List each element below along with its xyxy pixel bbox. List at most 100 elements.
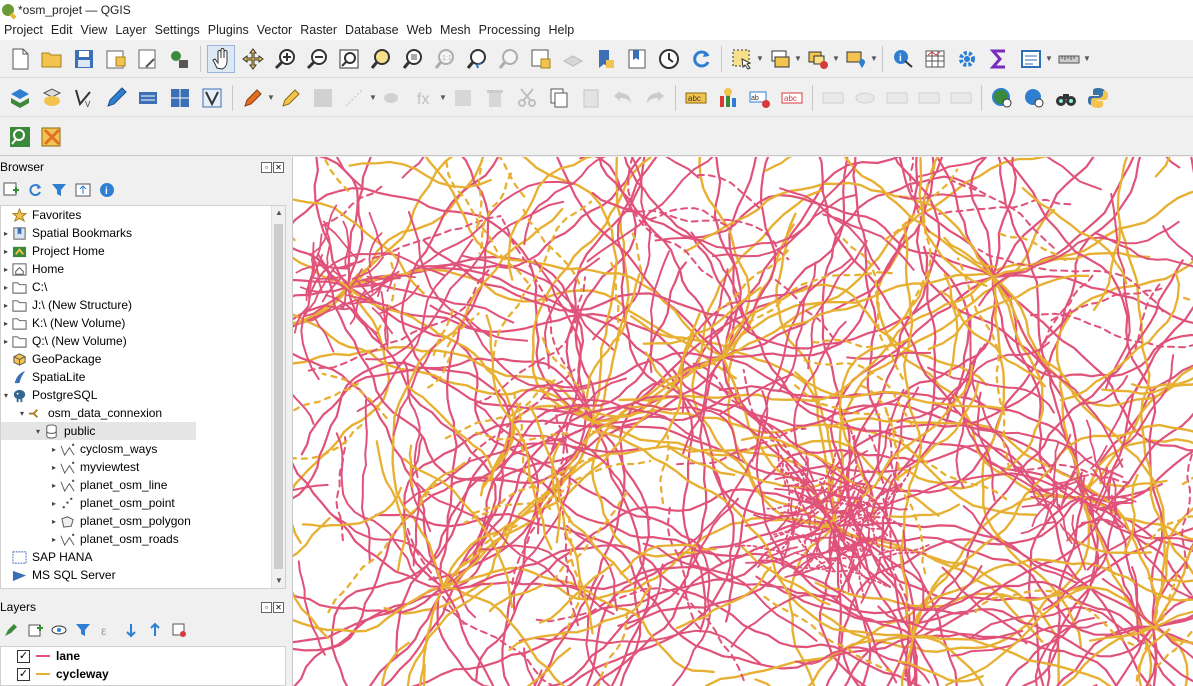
browser-scrollbar[interactable]: ▲ ▼ (271, 206, 285, 588)
browser-item[interactable]: ▸ planet_osm_line (1, 476, 285, 494)
layer-diagram-button[interactable] (714, 84, 742, 112)
current-edits-button[interactable] (239, 84, 267, 112)
vertex-tool-button[interactable] (379, 84, 407, 112)
show-bookmarks-button[interactable] (623, 45, 651, 73)
chevron-right-icon[interactable]: ▸ (1, 229, 11, 238)
chevron-right-icon[interactable]: ▸ (1, 301, 11, 310)
data-source-manager-button[interactable] (6, 84, 34, 112)
chevron-right-icon[interactable]: ▸ (49, 481, 59, 490)
menu-database[interactable]: Database (341, 20, 403, 40)
browser-item[interactable]: ▸ planet_osm_point (1, 494, 285, 512)
redo-button[interactable] (641, 84, 669, 112)
add-selected-layers-icon[interactable] (2, 181, 20, 199)
new-print-layout-button[interactable] (102, 45, 130, 73)
refresh-icon[interactable] (26, 181, 44, 199)
chevron-down-icon[interactable]: ▾ (17, 409, 27, 418)
browser-item[interactable]: SpatiaLite (1, 368, 285, 386)
digitize-button[interactable] (102, 84, 130, 112)
browser-item[interactable]: ▸ Q:\ (New Volume) (1, 332, 285, 350)
menu-processing[interactable]: Processing (475, 20, 545, 40)
add-wfs-layer-button[interactable] (198, 84, 226, 112)
browser-item[interactable]: Favorites (1, 206, 285, 224)
processing-toolbox-button[interactable] (953, 45, 981, 73)
add-wcs-layer-button[interactable] (166, 84, 194, 112)
pan-map-button[interactable] (207, 44, 235, 73)
chevron-down-icon[interactable]: ▼ (756, 54, 764, 63)
chevron-down-icon[interactable]: ▼ (832, 54, 840, 63)
chevron-right-icon[interactable]: ▸ (1, 265, 11, 274)
open-project-button[interactable] (38, 45, 66, 73)
measure-line-button[interactable] (1055, 45, 1083, 73)
scroll-down-icon[interactable]: ▼ (272, 574, 285, 588)
rotate-label-button[interactable] (883, 84, 911, 112)
deselect-features-button[interactable] (804, 45, 832, 73)
info-icon[interactable]: i (98, 181, 116, 199)
chevron-down-icon[interactable]: ▼ (1045, 54, 1053, 63)
browser-item[interactable]: SAP HANA (1, 548, 285, 566)
collapse-all-icon[interactable] (74, 181, 92, 199)
layer-visibility-checkbox[interactable]: ✓ (17, 649, 30, 663)
expand-all-icon[interactable] (122, 621, 140, 639)
chevron-right-icon[interactable]: ▸ (49, 535, 59, 544)
label-properties-button[interactable] (947, 84, 975, 112)
delete-button[interactable] (481, 84, 509, 112)
zoom-native-button[interactable]: 1:1 (431, 45, 459, 73)
cut-button[interactable] (513, 84, 541, 112)
browser-item[interactable]: ▾ public (1, 422, 196, 440)
new-project-button[interactable] (6, 45, 34, 73)
metasearch-button[interactable] (988, 84, 1016, 112)
browser-item[interactable]: ▸ J:\ (New Structure) (1, 296, 285, 314)
filter-icon[interactable] (50, 181, 68, 199)
menu-edit[interactable]: Edit (47, 20, 77, 40)
map-rendering[interactable] (293, 157, 1193, 686)
float-panel-icon[interactable]: ▫ (261, 601, 272, 613)
chevron-right-icon[interactable]: ▸ (1, 337, 11, 346)
close-icon[interactable]: ✕ (273, 161, 284, 173)
menu-layer[interactable]: Layer (111, 20, 150, 40)
show-map-tips-button[interactable] (1017, 45, 1045, 73)
chevron-down-icon[interactable]: ▼ (794, 54, 802, 63)
plugin-tool-button[interactable] (38, 123, 66, 151)
change-label-button[interactable] (915, 84, 943, 112)
move-label-button[interactable] (819, 84, 847, 112)
scrollbar-thumb[interactable] (274, 224, 283, 569)
chevron-right-icon[interactable]: ▸ (49, 499, 59, 508)
new-3d-view-button[interactable] (559, 45, 587, 73)
menu-project[interactable]: Project (0, 20, 47, 40)
filter-legend-icon[interactable] (74, 621, 92, 639)
paste-button[interactable] (577, 84, 605, 112)
geocoding-button[interactable] (1020, 84, 1048, 112)
new-bookmark-button[interactable] (591, 45, 619, 73)
layer-visibility-checkbox[interactable]: ✓ (17, 667, 30, 681)
menu-vector[interactable]: Vector (253, 20, 296, 40)
chevron-right-icon[interactable]: ▸ (49, 517, 59, 526)
menu-view[interactable]: View (76, 20, 111, 40)
scroll-up-icon[interactable]: ▲ (272, 206, 285, 220)
chevron-right-icon[interactable]: ▸ (49, 445, 59, 454)
add-group-icon[interactable] (26, 621, 44, 639)
browser-item[interactable]: ▸ planet_osm_polygon (1, 512, 285, 530)
style-panel-icon[interactable] (2, 621, 20, 639)
filter-expression-icon[interactable]: ε (98, 621, 116, 639)
browser-item[interactable]: ▸ myviewtest (1, 458, 285, 476)
chevron-down-icon[interactable]: ▼ (267, 93, 275, 102)
toggle-editing-button[interactable] (277, 84, 305, 112)
zoom-full-button[interactable] (335, 45, 363, 73)
chevron-right-icon[interactable]: ▸ (1, 247, 11, 256)
add-wms-layer-button[interactable] (134, 84, 162, 112)
undo-button[interactable] (609, 84, 637, 112)
browser-item[interactable]: ▸ Spatial Bookmarks (1, 224, 285, 242)
statistical-summary-button[interactable] (985, 45, 1013, 73)
collapse-all-icon[interactable] (146, 621, 164, 639)
locator-search-button[interactable] (6, 123, 34, 151)
chevron-right-icon[interactable]: ▸ (1, 319, 11, 328)
layer-labeling-button[interactable]: abc (682, 84, 710, 112)
zoom-last-button[interactable] (463, 45, 491, 73)
open-attribute-table-button[interactable] (921, 45, 949, 73)
layer-item-lane[interactable]: ✓ lane (1, 647, 285, 665)
close-icon[interactable]: ✕ (273, 601, 284, 613)
python-console-button[interactable] (1084, 84, 1112, 112)
new-map-view-button[interactable] (527, 45, 555, 73)
delete-selected-button[interactable] (449, 84, 477, 112)
select-by-value-button[interactable] (766, 45, 794, 73)
